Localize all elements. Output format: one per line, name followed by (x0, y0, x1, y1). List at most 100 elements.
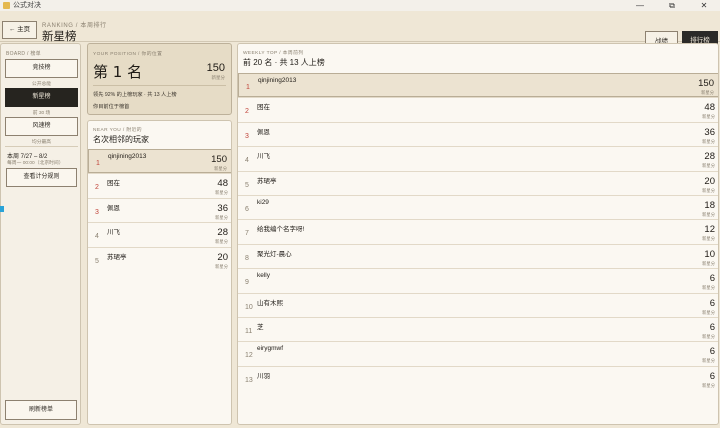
nearby-player-list: 1 qinjining2013 150 新星分 2 困在 48 新星分 3 佩恩 36 新星分 4 川飞 2… (88, 149, 231, 271)
player-score: 10 (704, 248, 715, 260)
leaderboard-row[interactable]: 1 qinjining2013 150 新星分 (88, 149, 231, 174)
score-unit: 新星分 (702, 260, 715, 266)
player-name: 山有木熙 (257, 299, 283, 307)
leaderboard-row[interactable]: 2 困在 48 新星分 (238, 97, 718, 121)
player-score: 48 (217, 178, 228, 190)
leaderboard-row[interactable]: 2 困在 48 新星分 (88, 173, 231, 197)
player-score: 28 (704, 151, 715, 163)
rank-number: 3 (95, 208, 99, 216)
rank-number: 4 (245, 157, 249, 165)
player-score: 150 (698, 78, 714, 89)
player-score: 150 (211, 154, 227, 165)
position-status-text: 你目前位于榜首 (93, 104, 130, 110)
player-name: 聚光灯-晨心 (257, 250, 292, 258)
score-unit: 新星分 (702, 138, 715, 144)
maximize-button[interactable]: ⧉ (656, 0, 688, 11)
page-title: 新星榜 (42, 29, 77, 43)
app-icon (3, 2, 10, 9)
board-subtitle: 前 30 场 (32, 111, 51, 116)
leaderboard-row[interactable]: 3 佩恩 36 新星分 (88, 197, 231, 222)
player-name: eirygmwf (257, 345, 284, 353)
card-label: NEAR YOU / 附近的 (93, 128, 142, 133)
score-unit: 新星分 (215, 239, 228, 245)
leaderboard-row[interactable]: 3 佩恩 36 新星分 (238, 121, 718, 146)
board-sidebar: BOARD / 榜单 竞技榜 公开总能 新星榜 前 30 场 风速榜 均分最高 … (0, 43, 81, 425)
your-rank: 第 1 名 (93, 63, 143, 81)
leaderboard-row[interactable]: 12 eirygmwf 6 新星分 (238, 341, 718, 365)
leaderboard-row[interactable]: 11 芝 6 新星分 (238, 316, 718, 341)
rank-number: 5 (95, 257, 99, 265)
player-score: 6 (709, 297, 715, 309)
leaderboard-row[interactable]: 5 苏珺亭 20 新星分 (88, 246, 231, 271)
rank-number: 5 (245, 181, 249, 189)
rank-number: 6 (245, 205, 249, 213)
leaderboard-row[interactable]: 9 kelly 6 新星分 (238, 268, 718, 292)
score-unit: 新星分 (215, 190, 228, 196)
rank-number: 9 (245, 279, 249, 287)
leaderboard-row[interactable]: 10 山有木熙 6 新星分 (238, 292, 718, 317)
leaderboard-row[interactable]: 8 聚光灯-晨心 10 新星分 (238, 243, 718, 268)
player-score: 20 (217, 251, 228, 263)
rank-number: 1 (246, 84, 250, 91)
weekly-top-card: WEEKLY TOP / 本周前列 前 20 名 · 共 13 人上榜 1 qin… (237, 43, 719, 425)
scoring-rules-button[interactable]: 查看计分规则 (6, 168, 77, 187)
player-name: 川羽 (257, 372, 270, 380)
player-name: 苏珺亭 (257, 177, 277, 185)
leaderboard-row[interactable]: 5 苏珺亭 20 新星分 (238, 170, 718, 195)
player-name: 困在 (257, 104, 270, 112)
title-bar: 公式对决 — ⧉ ✕ (0, 0, 720, 11)
board-button-speed[interactable]: 风速榜 (5, 117, 78, 136)
rank-number: 12 (245, 352, 253, 360)
player-score: 6 (709, 273, 715, 285)
rank-number: 1 (96, 160, 100, 167)
score-unit: 新星分 (214, 166, 227, 171)
player-score: 6 (709, 321, 715, 333)
player-score: 48 (704, 102, 715, 114)
card-title: 名次相邻的玩家 (93, 135, 149, 144)
score-unit: 新星分 (702, 309, 715, 315)
rank-number: 13 (245, 376, 253, 384)
score-unit: 新星分 (215, 263, 228, 269)
player-score: 20 (704, 175, 715, 187)
leaderboard-row[interactable]: 7 给我编个名字呀! 12 新星分 (238, 219, 718, 243)
window-controls: — ⧉ ✕ (624, 0, 720, 11)
your-score: 150 (206, 62, 225, 74)
refresh-board-button[interactable]: 刷新榜单 (5, 400, 77, 420)
player-score: 36 (217, 202, 228, 214)
score-unit: 新星分 (702, 358, 715, 364)
player-name: 困在 (107, 180, 120, 188)
minimize-button[interactable]: — (624, 0, 656, 11)
divider (93, 85, 226, 86)
player-score: 6 (709, 370, 715, 382)
sidebar-heading: BOARD / 榜单 (6, 51, 41, 57)
reset-time: 每周一 00:00（北京时间） (7, 161, 64, 166)
card-label: YOUR POSITION / 你的位置 (93, 52, 163, 57)
leaderboard-row[interactable]: 4 川飞 28 新星分 (238, 146, 718, 170)
player-name: 川飞 (257, 153, 270, 161)
divider (5, 146, 78, 147)
card-label: WEEKLY TOP / 本周前列 (243, 51, 304, 56)
rank-number: 8 (245, 254, 249, 262)
score-unit: 新星分 (702, 211, 715, 217)
rank-number: 2 (245, 108, 249, 116)
board-button-competitive[interactable]: 竞技榜 (5, 59, 78, 78)
leaderboard-row[interactable]: 6 ki29 18 新星分 (238, 194, 718, 219)
leaderboard-row[interactable]: 4 川飞 28 新星分 (88, 222, 231, 246)
percentile-text: 领先 92% 的上榜玩家 · 共 13 人上榜 (93, 92, 177, 98)
score-unit: 新星分 (702, 236, 715, 242)
player-name: 佩恩 (107, 204, 120, 212)
score-unit: 新星分 (702, 163, 715, 169)
player-score: 6 (709, 346, 715, 358)
player-name: 给我编个名字呀! (257, 226, 305, 234)
leaderboard-row[interactable]: 13 川羽 6 新星分 (238, 365, 718, 390)
score-unit: 新星分 (702, 114, 715, 120)
back-home-button[interactable]: ← 主页 (2, 21, 37, 39)
board-button-rookie[interactable]: 新星榜 (5, 88, 78, 107)
player-name: 芝 (257, 323, 264, 331)
leaderboard-row[interactable]: 1 qinjining2013 150 新星分 (238, 73, 718, 98)
player-name: ki29 (257, 198, 269, 206)
score-unit: 新星分 (215, 214, 228, 220)
player-name: qinjining2013 (108, 153, 147, 160)
rank-number: 4 (95, 233, 99, 241)
close-button[interactable]: ✕ (688, 0, 720, 11)
